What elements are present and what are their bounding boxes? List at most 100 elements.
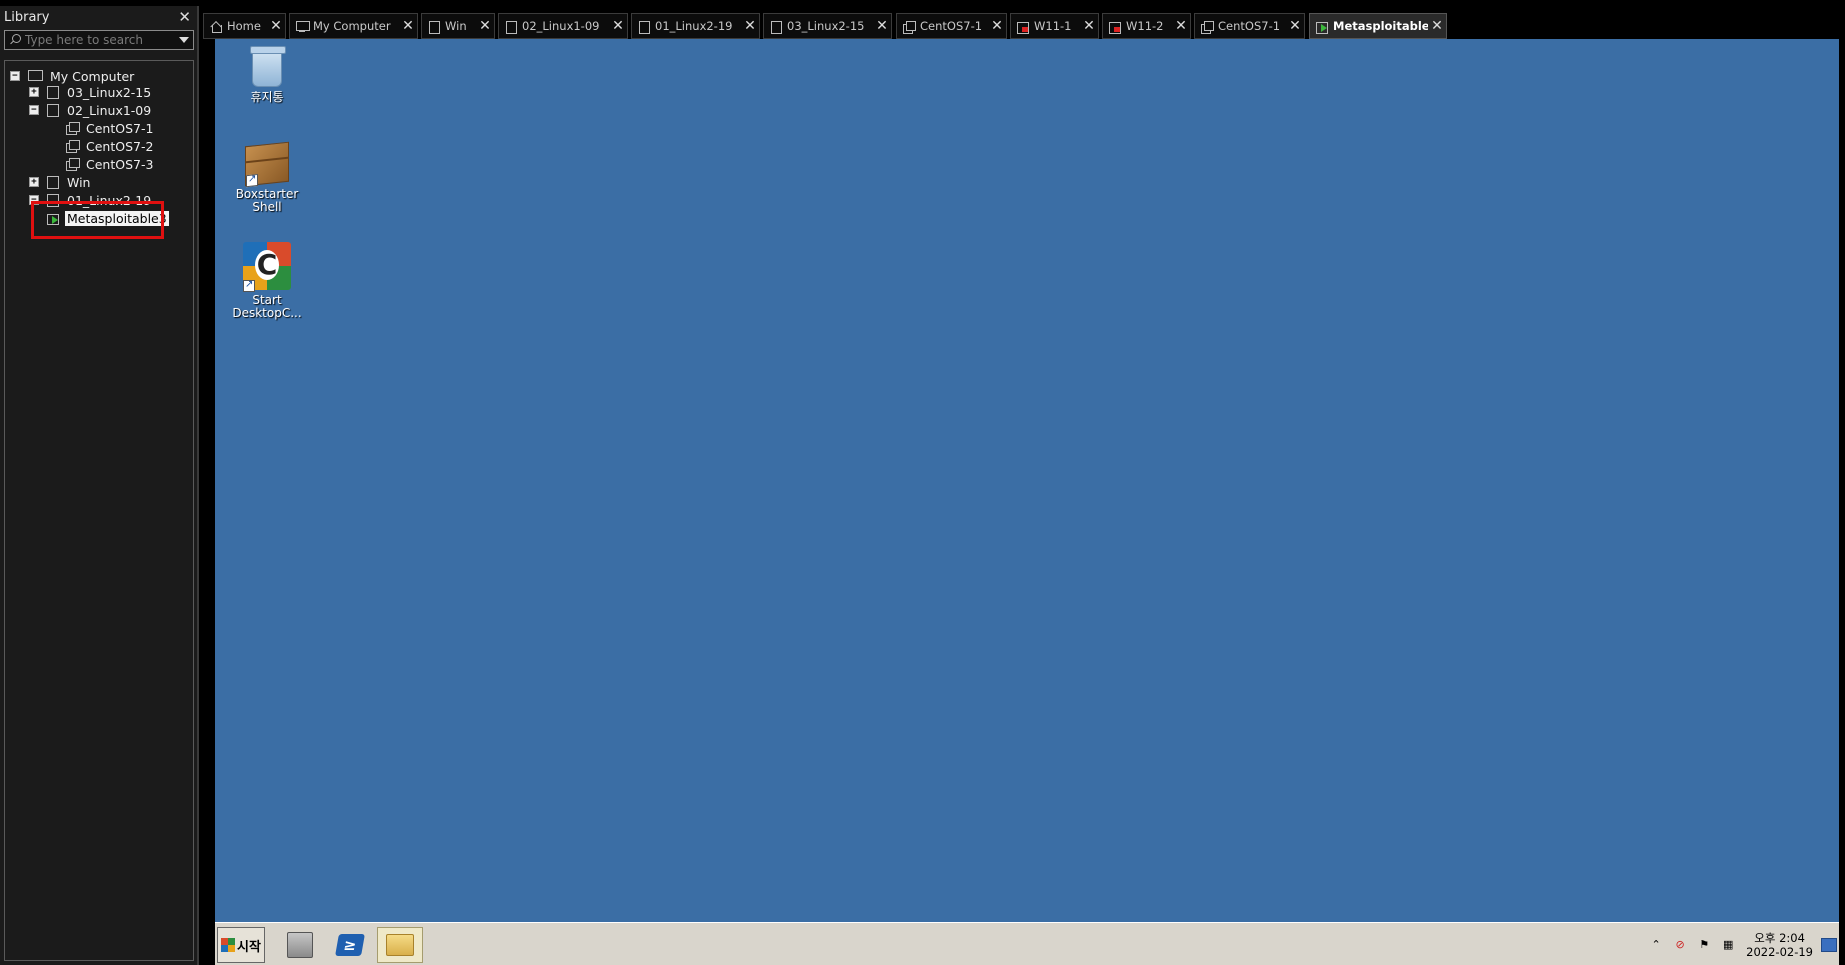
- vm-icon: [66, 122, 80, 135]
- tab-03-linux2-15[interactable]: 03_Linux2-15 ✕: [763, 13, 892, 39]
- tab-close-button[interactable]: ✕: [873, 18, 891, 34]
- folder-icon: [638, 20, 650, 34]
- tree-item-centos7-2[interactable]: CentOS7-2: [66, 137, 153, 155]
- library-tree: − My Computer + 03_Linux2-15 − 02_Linux1…: [4, 60, 194, 961]
- tree-collapse-toggle[interactable]: −: [29, 105, 39, 115]
- start-button[interactable]: 시작: [217, 927, 265, 963]
- taskbar-powershell[interactable]: ≥: [327, 927, 373, 963]
- tab-02-linux1-09[interactable]: 02_Linux1-09 ✕: [498, 13, 628, 39]
- tree-item-03-linux2-15[interactable]: + 03_Linux2-15: [29, 83, 151, 101]
- tree-item-label: 03_Linux2-15: [67, 84, 152, 100]
- tree-item-02-linux1-09[interactable]: − 02_Linux1-09: [29, 101, 151, 119]
- server-manager-icon: [287, 932, 313, 958]
- tree-item-label: CentOS7-3: [86, 156, 154, 172]
- tab-01-linux2-19[interactable]: 01_Linux2-19 ✕: [631, 13, 760, 39]
- tab-win[interactable]: Win ✕: [421, 13, 495, 39]
- tab-label: Home: [227, 19, 261, 33]
- tab-close-button[interactable]: ✕: [1286, 18, 1304, 34]
- tab-centos7-1-second[interactable]: CentOS7-1 ✕: [1194, 13, 1305, 39]
- tab-close-button[interactable]: ✕: [1428, 18, 1446, 34]
- tab-close-button[interactable]: ✕: [267, 18, 285, 34]
- taskbar-server-manager[interactable]: [277, 927, 323, 963]
- folder-icon: [428, 20, 440, 34]
- library-close-button[interactable]: ✕: [178, 8, 191, 26]
- library-header: Library ✕: [0, 6, 197, 28]
- tree-item-label: My Computer: [50, 68, 135, 84]
- tab-close-button[interactable]: ✕: [1172, 18, 1190, 34]
- desktop-icon-boxstarter-shell[interactable]: Boxstarter Shell: [227, 141, 307, 214]
- tab-w11-2[interactable]: W11-2 ✕: [1102, 13, 1191, 39]
- tree-item-centos7-3[interactable]: CentOS7-3: [66, 155, 153, 173]
- computer-icon: [28, 70, 43, 82]
- tree-item-win[interactable]: + Win: [29, 173, 90, 191]
- tab-close-button[interactable]: ✕: [399, 18, 417, 34]
- vm-console-screen[interactable]: 휴지통 Boxstarter Shell Start DesktopC... E…: [215, 39, 1845, 965]
- taskbar-clock[interactable]: 오후 2:04 2022-02-19: [1746, 931, 1813, 959]
- tab-home[interactable]: Home ✕: [203, 13, 286, 39]
- tab-bar: Home ✕ My Computer ✕ Win ✕ 02_Linux1-09 …: [203, 6, 1845, 39]
- chocolatey-icon: [243, 242, 291, 292]
- vm-icon: [1201, 20, 1214, 34]
- windows-logo-icon: [221, 938, 236, 952]
- tab-my-computer[interactable]: My Computer ✕: [289, 13, 418, 39]
- file-explorer-icon: [386, 934, 414, 956]
- taskbar-explorer[interactable]: [377, 927, 423, 963]
- vm-icon: [903, 20, 916, 34]
- tab-label: 02_Linux1-09: [522, 19, 600, 33]
- network-disconnected-icon[interactable]: ⊘: [1672, 937, 1688, 953]
- tab-close-button[interactable]: ✕: [988, 18, 1006, 34]
- tab-centos7-1[interactable]: CentOS7-1 ✕: [896, 13, 1007, 39]
- library-search-box[interactable]: [4, 30, 194, 50]
- window-edge: [1839, 39, 1845, 965]
- vm-suspended-icon: [1017, 21, 1029, 34]
- tree-item-centos7-1[interactable]: CentOS7-1: [66, 119, 153, 137]
- tab-close-button[interactable]: ✕: [609, 18, 627, 34]
- folder-icon: [770, 20, 782, 34]
- tab-label: W11-2: [1126, 19, 1164, 33]
- tab-w11-1[interactable]: W11-1 ✕: [1010, 13, 1099, 39]
- tray-expand-icon[interactable]: ⌃: [1648, 937, 1664, 953]
- red-highlight-box: [31, 201, 164, 239]
- recycle-bin-icon: [250, 46, 286, 87]
- tab-close-button[interactable]: ✕: [476, 18, 494, 34]
- folder-icon: [47, 103, 59, 117]
- clock-time: 오후 2:04: [1754, 930, 1805, 945]
- vm-icon: [66, 140, 80, 153]
- tree-expand-toggle[interactable]: +: [29, 87, 39, 97]
- desktop-icon-start-desktopc[interactable]: Start DesktopC...: [227, 242, 307, 320]
- tab-label: 01_Linux2-19: [655, 19, 733, 33]
- tab-label: Win: [445, 19, 467, 33]
- library-title: Library: [4, 9, 50, 25]
- tab-label: CentOS7-1: [920, 19, 983, 33]
- shortcut-arrow-icon: [246, 173, 258, 188]
- tab-label: W11-1: [1034, 19, 1072, 33]
- tab-label: My Computer: [313, 19, 391, 33]
- search-icon: [9, 34, 21, 46]
- desktop-icon-recycle-bin[interactable]: 휴지통: [227, 46, 307, 104]
- folder-icon: [47, 175, 59, 189]
- clock-date: 2022-02-19: [1746, 944, 1813, 959]
- home-icon: [210, 21, 222, 33]
- tree-item-label: CentOS7-2: [86, 138, 154, 154]
- tab-label: Metasploitable3: [1333, 19, 1428, 33]
- tab-label: CentOS7-1: [1218, 19, 1281, 33]
- tree-collapse-toggle[interactable]: −: [10, 71, 20, 81]
- powershell-icon: ≥: [335, 934, 365, 956]
- search-dropdown-arrow-icon[interactable]: [179, 37, 189, 43]
- network-icon[interactable]: ▦: [1720, 937, 1736, 953]
- guest-taskbar: 시작 ≥ ⌃ ⊘ ⚑ ▦ 오후 2:04 2022-02-19: [215, 922, 1839, 965]
- library-panel: Library ✕ − My Computer + 03_Linux2-15 −…: [0, 6, 199, 965]
- folder-icon: [505, 20, 517, 34]
- start-label: 시작: [237, 939, 261, 955]
- tab-metasploitable3[interactable]: Metasploitable3 ✕: [1309, 13, 1447, 39]
- tab-label: 03_Linux2-15: [787, 19, 865, 33]
- tree-expand-toggle[interactable]: +: [29, 177, 39, 187]
- library-search-input[interactable]: [25, 33, 175, 47]
- tree-item-label: CentOS7-1: [86, 120, 154, 136]
- vm-suspended-icon: [1109, 21, 1121, 34]
- vm-running-icon: [1316, 21, 1328, 34]
- tab-close-button[interactable]: ✕: [741, 18, 759, 34]
- tab-close-button[interactable]: ✕: [1080, 18, 1098, 34]
- action-center-flag-icon[interactable]: ⚑: [1696, 937, 1712, 953]
- show-desktop-button[interactable]: [1821, 937, 1837, 952]
